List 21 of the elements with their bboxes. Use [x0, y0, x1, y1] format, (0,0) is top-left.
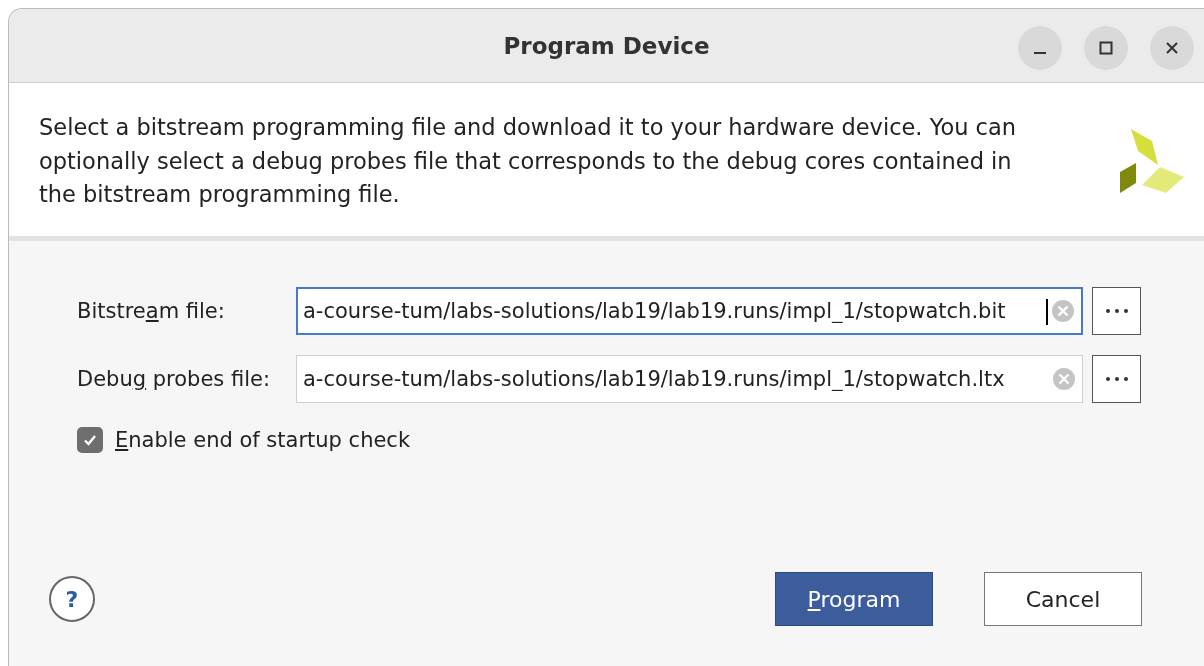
close-icon — [1165, 41, 1179, 55]
logo-icon — [1118, 127, 1184, 193]
file-path-field[interactable]: a-course-tum/labs-solutions/lab19/lab19.runs/impl_1/stopwatch.ltx — [296, 355, 1083, 403]
minimize-icon — [1034, 52, 1046, 54]
field-label: Bitstream file: — [77, 299, 226, 323]
window-title: Program Device — [503, 32, 710, 59]
browse-button[interactable] — [1092, 287, 1141, 335]
checkbox[interactable] — [77, 427, 103, 453]
cancel-button[interactable]: Cancel — [984, 572, 1142, 626]
ellipsis-icon — [1104, 376, 1129, 382]
file-path-field[interactable]: a-course-tum/labs-solutions/lab19/lab19.runs/impl_1/stopwatch.bit — [296, 287, 1083, 335]
field-label: Debug probes file: — [77, 367, 272, 391]
program-button[interactable]: Program — [775, 572, 933, 626]
browse-button[interactable] — [1092, 355, 1141, 403]
checkbox-label: Enable end of startup check — [115, 428, 411, 452]
maximize-icon — [1099, 41, 1113, 55]
help-button[interactable]: ? — [49, 576, 95, 622]
description-text: Select a bitstream programming file and download it to your hardware device. You can optionally select a debug probes file that corresponds to the debug cores contained in the bitstream programming file. — [39, 113, 1017, 209]
close-button[interactable] — [1150, 26, 1194, 70]
maximize-button[interactable] — [1084, 26, 1128, 70]
ellipsis-icon — [1104, 308, 1129, 314]
